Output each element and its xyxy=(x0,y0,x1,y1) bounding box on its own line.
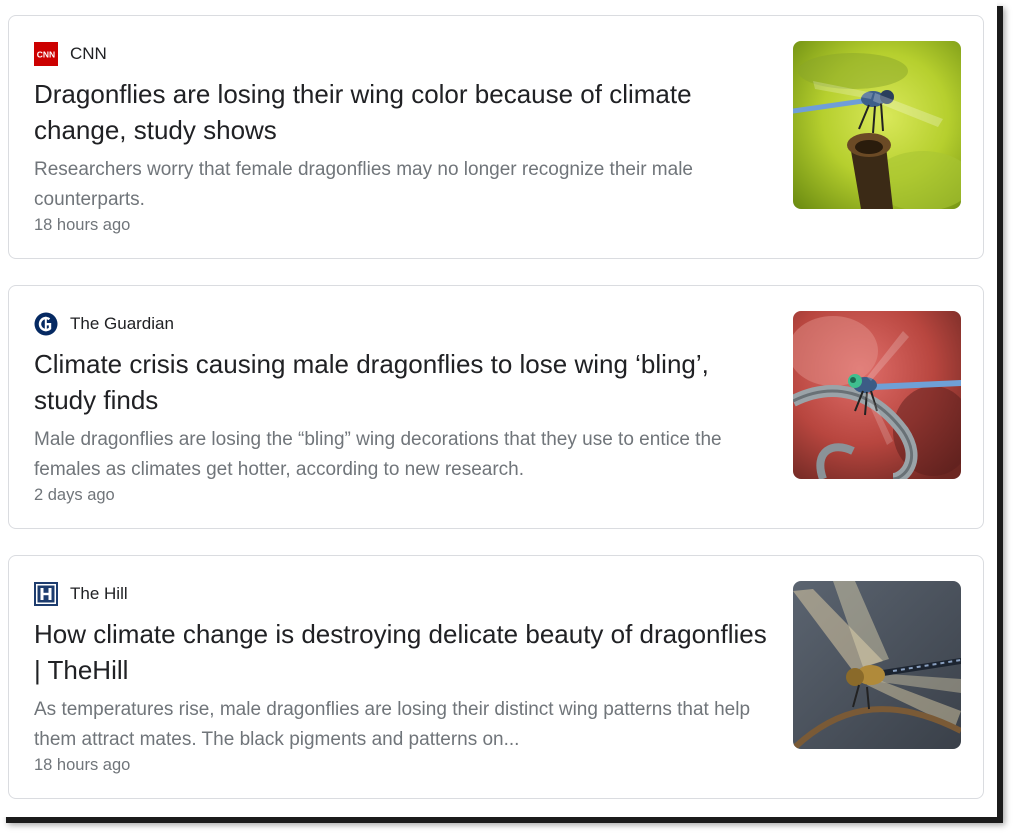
article-headline-link[interactable]: Climate crisis causing male dragonflies … xyxy=(34,346,774,418)
article-thumbnail[interactable] xyxy=(793,311,961,479)
article-timestamp: 2 days ago xyxy=(34,486,115,504)
article-snippet: Researchers worry that female dragonflie… xyxy=(34,159,693,210)
source-name: The Hill xyxy=(70,584,128,603)
news-results-panel: CNN CNN Dragonflies are losing their win… xyxy=(0,0,997,817)
source-row: The Guardian xyxy=(34,312,174,336)
guardian-logo-icon xyxy=(34,312,58,336)
svg-text:CNN: CNN xyxy=(37,50,55,60)
source-row: The Hill xyxy=(34,582,128,606)
article-timestamp: 18 hours ago xyxy=(34,216,131,234)
source-name: CNN xyxy=(70,44,107,63)
article-snippet: Male dragonflies are losing the “bling” … xyxy=(34,429,722,480)
article-headline-link[interactable]: Dragonflies are losing their wing color … xyxy=(34,76,774,148)
source-name: The Guardian xyxy=(70,314,174,333)
news-card[interactable]: CNN CNN Dragonflies are losing their win… xyxy=(8,15,984,259)
news-card[interactable]: The Hill How climate change is destroyin… xyxy=(8,555,984,799)
article-snippet: As temperatures rise, male dragonflies a… xyxy=(34,699,751,750)
the-hill-logo-icon xyxy=(34,582,58,606)
cnn-logo-icon: CNN xyxy=(34,42,58,66)
article-thumbnail[interactable] xyxy=(793,41,961,209)
article-thumbnail[interactable] xyxy=(793,581,961,749)
article-timestamp: 18 hours ago xyxy=(34,756,131,774)
article-headline-link[interactable]: How climate change is destroying delicat… xyxy=(34,616,774,688)
news-card[interactable]: The Guardian Climate crisis causing male… xyxy=(8,285,984,529)
source-row: CNN CNN xyxy=(34,42,107,66)
